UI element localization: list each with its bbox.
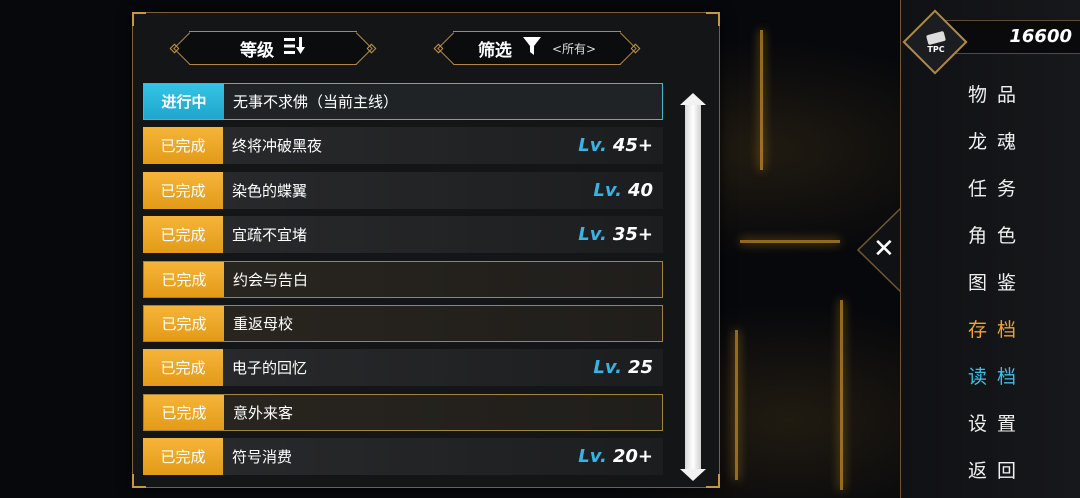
level-value: 25: [627, 357, 653, 379]
quest-status-badge: 已完成: [143, 127, 223, 165]
ornament-diamond: [169, 43, 180, 54]
menu-item[interactable]: 返回: [968, 446, 1068, 493]
ornament-diamond: [433, 43, 444, 54]
level-value: 20+: [612, 446, 653, 468]
level-sort-label: 等级: [240, 40, 274, 61]
quest-status-badge: 已完成: [144, 305, 224, 341]
currency-value: 16600: [1009, 26, 1072, 47]
quest-name: 意外来客: [233, 403, 294, 422]
bg-glow-line: [760, 30, 763, 170]
quest-row[interactable]: 已完成 电子的回忆 Lv. 25: [143, 349, 663, 387]
bg-glow-line: [840, 300, 843, 490]
quest-name: 电子的回忆: [232, 359, 308, 378]
quest-row[interactable]: 已完成 意外来客: [143, 393, 663, 431]
quest-row[interactable]: 进行中 无事不求佛（当前主线）: [143, 83, 663, 120]
level-prefix: Lv.: [578, 446, 607, 468]
panel-corner: [706, 474, 720, 488]
bg-glow-line: [735, 330, 738, 480]
quest-status-badge: 已完成: [143, 438, 223, 476]
quest-row[interactable]: 已完成 终将冲破黑夜 Lv. 45+: [143, 127, 663, 165]
ornament-diamond: [366, 43, 377, 54]
menu-item[interactable]: 图鉴: [968, 258, 1068, 305]
level-prefix: Lv.: [578, 135, 607, 157]
level-value: 45+: [612, 135, 653, 157]
scroll-up-arrow-icon[interactable]: [680, 93, 706, 105]
level-prefix: Lv.: [593, 179, 622, 201]
quest-name: 约会与告白: [233, 270, 309, 289]
quest-row[interactable]: 已完成 宜疏不宜堵 Lv. 35+: [143, 216, 663, 254]
quest-level: Lv. 40: [593, 172, 663, 209]
menu-item[interactable]: 读档: [968, 352, 1068, 399]
ornament-diamond: [630, 43, 641, 54]
panel-corner: [132, 12, 146, 26]
quest-row[interactable]: 已完成 符号消费 Lv. 20+: [143, 438, 663, 476]
quest-panel: 等级 筛选 <所有> 进行中 无事不求佛（当前主线） 已完成 终将冲破黑夜 Lv. 45+…: [132, 12, 720, 488]
funnel-icon: [522, 36, 542, 61]
scrollbar[interactable]: [685, 101, 701, 471]
quest-status-badge: 已完成: [143, 216, 223, 254]
quest-name: 宜疏不宜堵: [232, 226, 308, 245]
filter-button[interactable]: 筛选 <所有>: [433, 31, 641, 65]
quest-status-badge: 已完成: [143, 171, 223, 209]
bg-glow-line: [740, 240, 840, 243]
chip-shape: [926, 30, 946, 45]
quest-row[interactable]: 已完成 重返母校: [143, 304, 663, 342]
quest-name: 重返母校: [233, 314, 294, 333]
level-prefix: Lv.: [578, 224, 607, 246]
tpc-chip-icon: TPC: [921, 28, 951, 58]
quest-level: Lv. 45+: [578, 127, 663, 164]
sort-desc-icon: [284, 36, 306, 60]
quest-list: 进行中 无事不求佛（当前主线） 已完成 终将冲破黑夜 Lv. 45+ 已完成 染色的蝶翼 Lv.…: [143, 83, 663, 483]
filter-label: 筛选: [477, 40, 512, 61]
quest-row[interactable]: 已完成 染色的蝶翼 Lv. 40: [143, 171, 663, 209]
menu-item[interactable]: 存档: [968, 305, 1068, 352]
menu-item[interactable]: 设置: [968, 399, 1068, 446]
level-value: 35+: [612, 224, 653, 246]
currency-icon-text: TPC: [927, 44, 945, 54]
filter-value: <所有>: [551, 41, 597, 56]
quest-status-badge: 已完成: [144, 261, 224, 297]
close-icon[interactable]: ✕: [873, 234, 895, 264]
level-value: 40: [627, 179, 653, 201]
quest-level: Lv. 20+: [578, 438, 663, 475]
side-menu-list: 物品 龙魂 任务 角色 图鉴 存档 读档 设置 返回: [968, 70, 1068, 493]
quest-status-badge: 已完成: [143, 349, 223, 387]
quest-name: 符号消费: [232, 448, 293, 467]
menu-item[interactable]: 任务: [968, 164, 1068, 211]
panel-corner: [706, 12, 720, 26]
quest-row[interactable]: 已完成 约会与告白: [143, 260, 663, 298]
menu-item[interactable]: 角色: [968, 211, 1068, 258]
quest-status-badge: 进行中: [144, 84, 224, 119]
scroll-down-arrow-icon[interactable]: [680, 469, 706, 481]
menu-item[interactable]: 物品: [968, 70, 1068, 117]
menu-item[interactable]: 龙魂: [968, 117, 1068, 164]
quest-name: 终将冲破黑夜: [232, 137, 323, 156]
quest-name: 无事不求佛（当前主线）: [233, 93, 399, 111]
level-prefix: Lv.: [593, 357, 622, 379]
quest-name: 染色的蝶翼: [232, 181, 308, 200]
quest-level: Lv. 35+: [578, 216, 663, 253]
quest-level: Lv. 25: [593, 349, 663, 386]
level-sort-button[interactable]: 等级: [169, 31, 377, 65]
quest-status-badge: 已完成: [144, 394, 224, 430]
